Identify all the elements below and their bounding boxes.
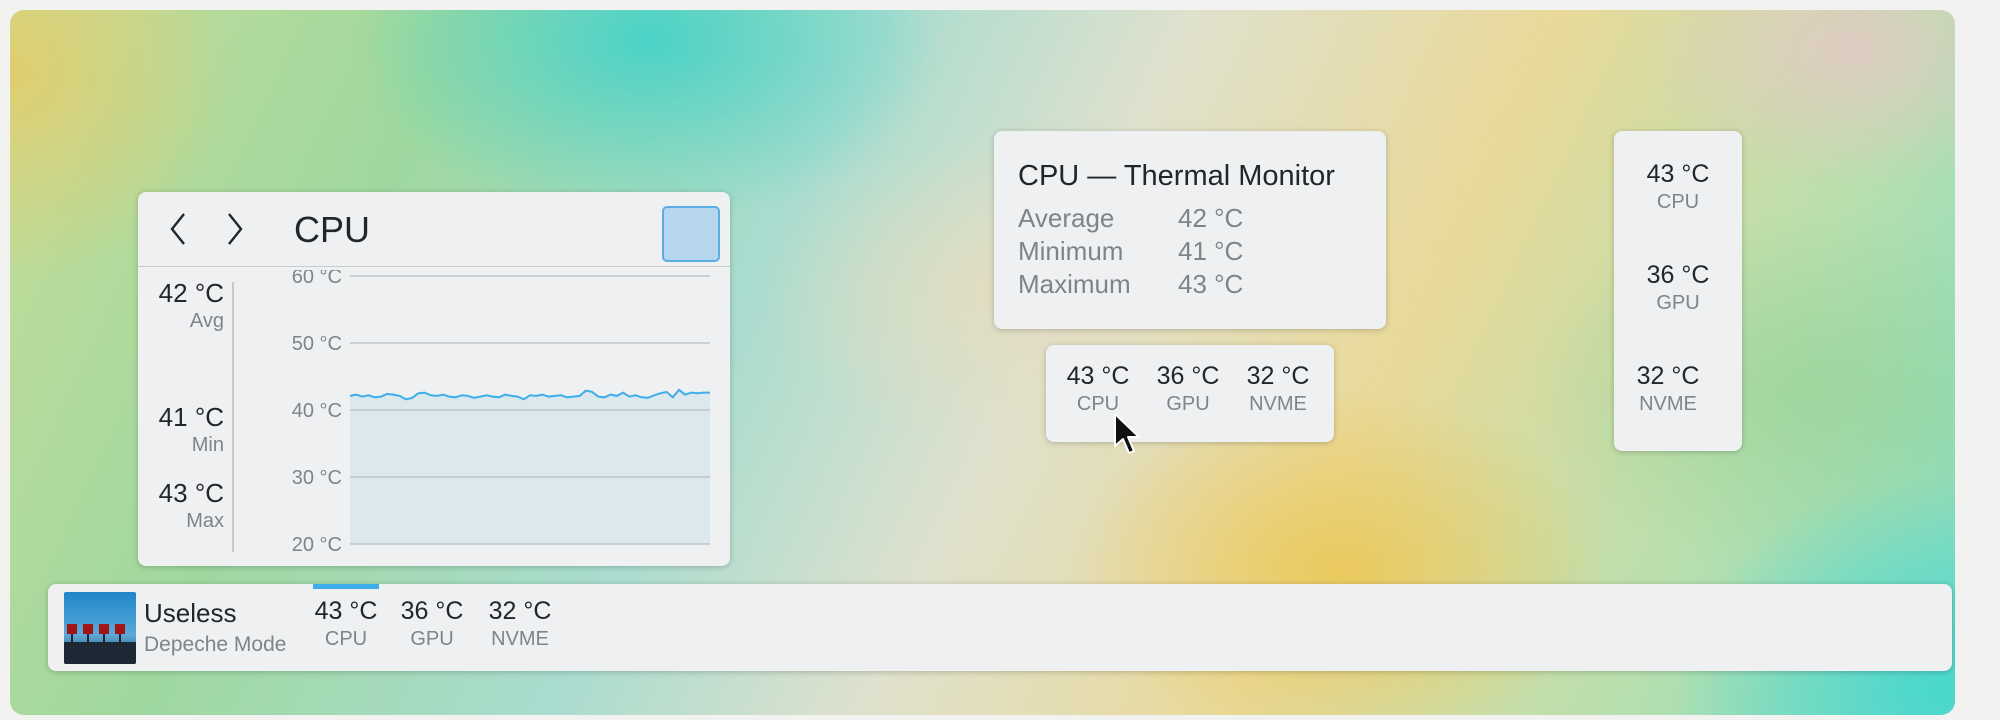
vertical-sensor-panel: 43 °C CPU 36 °C GPU 32 °C NVME bbox=[1614, 131, 1742, 451]
sensor-label: GPU bbox=[410, 628, 454, 650]
y-tick-label: 50 °C bbox=[292, 333, 342, 355]
sensor-popup: 43 °C CPU 36 °C GPU 32 °C NVME bbox=[1046, 345, 1334, 442]
sensor-cpu[interactable]: 43 °C CPU bbox=[306, 596, 386, 652]
forward-button[interactable] bbox=[214, 208, 256, 250]
sensor-gpu[interactable]: 36 °C GPU bbox=[1614, 260, 1742, 316]
stats-divider bbox=[232, 282, 234, 552]
tooltip-value-average: 42 °C bbox=[1178, 203, 1244, 233]
tooltip-value-maximum: 43 °C bbox=[1178, 269, 1244, 299]
temperature-chart: 60 °C 50 °C 40 °C 30 °C 20 °C bbox=[292, 270, 710, 556]
back-button[interactable] bbox=[157, 208, 199, 250]
series-area bbox=[350, 389, 710, 544]
tooltip-label-minimum: Minimum bbox=[1018, 236, 1124, 266]
tooltip-label-average: Average bbox=[1018, 203, 1115, 233]
y-tick-label: 40 °C bbox=[292, 400, 342, 422]
stats-column: 42 °C Avg 41 °C Min 43 °C Max bbox=[138, 268, 234, 564]
y-tick-label: 30 °C bbox=[292, 467, 342, 489]
sensor-label: CPU bbox=[1656, 191, 1700, 213]
sensor-gpu[interactable]: 36 °C GPU bbox=[1148, 361, 1228, 417]
stat-label: Avg bbox=[189, 310, 224, 332]
stat-value: 41 °C bbox=[158, 402, 224, 432]
stat-value: 42 °C bbox=[158, 278, 224, 308]
sensor-label: NVME bbox=[1639, 393, 1697, 415]
media-title[interactable]: Useless bbox=[144, 598, 236, 628]
sensor-gpu[interactable]: 36 °C GPU bbox=[392, 596, 472, 652]
sensor-label: NVME bbox=[1249, 393, 1307, 415]
sensor-value: 32 °C bbox=[488, 597, 552, 625]
sensor-value: 43 °C bbox=[1066, 362, 1130, 390]
sensor-label: GPU bbox=[1656, 292, 1700, 314]
y-tick-label: 60 °C bbox=[292, 270, 342, 288]
sensor-value: 43 °C bbox=[1646, 160, 1710, 188]
y-tick-label: 20 °C bbox=[292, 534, 342, 556]
sensor-label: NVME bbox=[491, 628, 549, 650]
tooltip-label-maximum: Maximum bbox=[1018, 269, 1131, 299]
sensor-value: 36 °C bbox=[1646, 261, 1710, 289]
sensor-cpu[interactable]: 43 °C CPU bbox=[1614, 159, 1742, 215]
sensor-value: 36 °C bbox=[400, 597, 464, 625]
mouse-pointer-icon bbox=[1114, 413, 1140, 454]
tooltip-value-minimum: 41 °C bbox=[1178, 236, 1244, 266]
stat-average: 42 °C Avg bbox=[159, 278, 224, 334]
sensor-label: CPU bbox=[324, 628, 368, 650]
sensor-value: 43 °C bbox=[314, 597, 378, 625]
stat-label: Min bbox=[191, 434, 224, 456]
thermal-tooltip: CPU — Thermal Monitor Average 42 °C Mini… bbox=[994, 131, 1386, 329]
stat-value: 43 °C bbox=[158, 478, 224, 508]
sensor-value: 36 °C bbox=[1156, 362, 1220, 390]
cpu-widget: CPU 42 °C Avg 41 °C Min 43 °C Max 60 °C … bbox=[138, 192, 730, 566]
sensor-nvme[interactable]: 32 °C NVME bbox=[1238, 361, 1318, 417]
sensor-value: 32 °C bbox=[1246, 362, 1310, 390]
album-art[interactable] bbox=[64, 592, 136, 664]
sensor-label: GPU bbox=[1166, 393, 1210, 415]
sensor-cpu[interactable]: 43 °C CPU bbox=[1058, 361, 1138, 417]
cpu-widget-header: CPU bbox=[138, 192, 730, 267]
tooltip-title: CPU — Thermal Monitor bbox=[1018, 160, 1335, 192]
widget-title: CPU bbox=[294, 209, 371, 250]
active-indicator bbox=[313, 584, 379, 589]
taskbar: Useless Depeche Mode 43 °C CPU 36 °C GPU… bbox=[48, 584, 1952, 671]
media-artist: Depeche Mode bbox=[144, 633, 287, 656]
album-art-image bbox=[64, 592, 136, 664]
stat-maximum: 43 °C Max bbox=[159, 478, 224, 534]
chevron-right-icon bbox=[228, 213, 243, 245]
sensor-nvme[interactable]: 32 °C NVME bbox=[1604, 361, 1732, 417]
stat-minimum: 41 °C Min bbox=[159, 402, 224, 458]
stat-label: Max bbox=[186, 510, 224, 532]
sensor-value: 32 °C bbox=[1636, 362, 1700, 390]
chevron-left-icon bbox=[170, 213, 185, 245]
sensor-nvme[interactable]: 32 °C NVME bbox=[480, 596, 560, 652]
